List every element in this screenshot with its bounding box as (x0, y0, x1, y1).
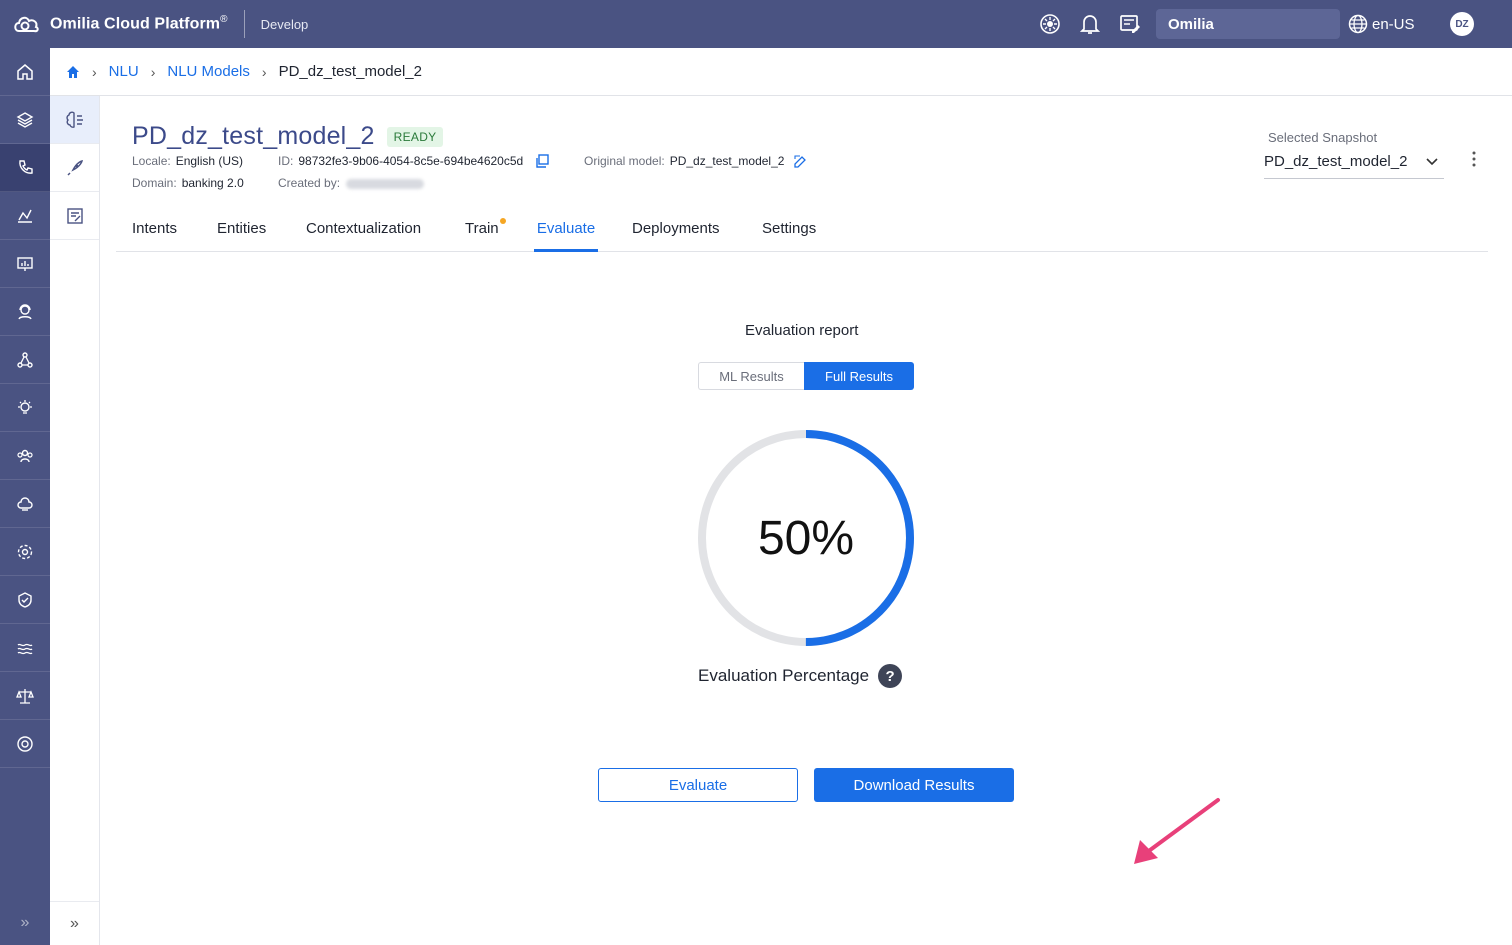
nav-network[interactable] (0, 336, 50, 384)
globe-icon (1348, 14, 1368, 34)
tab-evaluate[interactable]: Evaluate (534, 220, 598, 252)
evaluation-percentage-value: 50% (757, 511, 855, 565)
subnav-tests[interactable] (50, 192, 99, 240)
breadcrumb-nlu-models[interactable]: NLU Models (167, 63, 250, 80)
shield-check-icon (18, 591, 32, 608)
subnav-deploy[interactable] (50, 144, 99, 192)
tab-train[interactable]: Train (465, 220, 499, 252)
bulb-icon (18, 399, 32, 414)
chevron-down-icon (1426, 157, 1438, 165)
expand-subnav-icon[interactable]: » (50, 901, 99, 945)
environment-label: Develop (260, 16, 309, 32)
chevron-right-icon: › (261, 63, 267, 80)
nav-support-agent[interactable] (0, 288, 50, 336)
id-info: ID: 98732fe3-9b06-4054-8c5e-694be4620c5d (278, 154, 549, 168)
snapshot-selector[interactable]: Selected Snapshot PD_dz_test_model_2 (1264, 130, 1444, 179)
gear-icon (17, 544, 33, 559)
tab-intents[interactable]: Intents (132, 220, 177, 252)
nav-phone[interactable] (0, 144, 50, 192)
presentation-icon (17, 256, 33, 271)
tab-contextualization[interactable]: Contextualization (306, 220, 421, 252)
chevron-right-icon: › (92, 63, 97, 80)
help-icon[interactable]: ? (878, 664, 903, 688)
status-badge: READY (386, 126, 444, 147)
user-avatar[interactable]: DZ (1450, 12, 1474, 36)
language-label: en-US (1372, 15, 1415, 33)
nav-settings[interactable] (0, 528, 50, 576)
tab-bar: Intents Entities Contextualization Train… (116, 212, 1488, 252)
subnav-models[interactable] (50, 96, 99, 144)
cloud-logo-icon (14, 16, 39, 33)
phone-icon (19, 159, 33, 174)
nav-presentation[interactable] (0, 240, 50, 288)
domain-info: Domain: banking 2.0 (132, 176, 244, 190)
bell-icon[interactable] (1070, 0, 1110, 48)
network-icon (17, 351, 33, 368)
tab-deployments[interactable]: Deployments (632, 220, 720, 252)
support-agent-icon (18, 303, 32, 319)
waves-icon (17, 643, 33, 654)
header-divider (243, 10, 245, 38)
nav-legal[interactable] (0, 672, 50, 720)
left-navigation: » (0, 48, 50, 945)
nav-layers[interactable] (0, 96, 50, 144)
home-icon[interactable] (66, 65, 80, 79)
copy-icon[interactable] (535, 154, 549, 168)
original-model-info: Original model: PD_dz_test_model_2 (584, 154, 807, 168)
language-selector[interactable]: en-US (1348, 14, 1438, 34)
top-bar: Omilia Cloud Platform® Develop Omilia en… (0, 0, 1512, 48)
brand-name: Omilia Cloud Platform® (50, 14, 228, 33)
analytics-icon (18, 209, 32, 223)
breadcrumb: › NLU › NLU Models › PD_dz_test_model_2 (50, 48, 1512, 96)
nav-help[interactable] (0, 720, 50, 768)
nav-ideas[interactable] (0, 384, 50, 432)
evaluate-button[interactable]: Evaluate (598, 768, 798, 802)
organization-selector[interactable]: Omilia (1156, 9, 1340, 39)
nav-analytics[interactable] (0, 192, 50, 240)
checklist-icon (66, 207, 83, 224)
nav-team[interactable] (0, 432, 50, 480)
created-by-info: Created by: (278, 176, 425, 190)
annotation-arrow (1134, 798, 1220, 864)
train-notification-dot (500, 218, 506, 224)
edit-icon[interactable] (794, 154, 807, 168)
more-options-icon[interactable] (1470, 150, 1478, 168)
team-icon (17, 449, 33, 462)
snapshot-label: Selected Snapshot (1268, 130, 1378, 145)
locale-info: Locale: English (US) (132, 154, 244, 168)
nav-security[interactable] (0, 576, 50, 624)
sun-icon[interactable] (1030, 0, 1070, 48)
sub-navigation: » (50, 96, 100, 945)
page-title: PD_dz_test_model_2 (132, 122, 375, 150)
nav-waves[interactable] (0, 624, 50, 672)
full-results-button[interactable]: Full Results (804, 362, 914, 390)
rocket-icon (66, 159, 83, 176)
cloud-icon (17, 496, 33, 511)
brand[interactable]: Omilia Cloud Platform® (0, 0, 228, 48)
nav-cloud[interactable] (0, 480, 50, 528)
breadcrumb-nlu[interactable]: NLU (109, 63, 139, 80)
download-results-button[interactable]: Download Results (814, 768, 1014, 802)
redacted-creator (346, 178, 425, 189)
report-title: Evaluation report (745, 322, 859, 339)
main-content: PD_dz_test_model_2 READY Locale: English … (116, 96, 1488, 945)
lifebuoy-icon (17, 735, 33, 752)
results-toggle: ML Results Full Results (698, 362, 914, 390)
evaluation-percentage-label: Evaluation Percentage (698, 666, 870, 685)
layers-icon (16, 111, 34, 128)
release-notes-icon[interactable] (1110, 0, 1150, 48)
home-icon (17, 63, 33, 80)
brain-icon (65, 111, 83, 128)
scale-icon (16, 688, 34, 704)
breadcrumb-current: PD_dz_test_model_2 (278, 63, 422, 80)
chevron-right-icon: › (150, 63, 156, 80)
ml-results-button[interactable]: ML Results (698, 362, 804, 390)
expand-nav-icon[interactable]: » (0, 901, 50, 945)
tab-entities[interactable]: Entities (217, 220, 266, 252)
tab-settings[interactable]: Settings (762, 220, 816, 252)
snapshot-value: PD_dz_test_model_2 (1264, 153, 1408, 170)
nav-home[interactable] (0, 48, 50, 96)
